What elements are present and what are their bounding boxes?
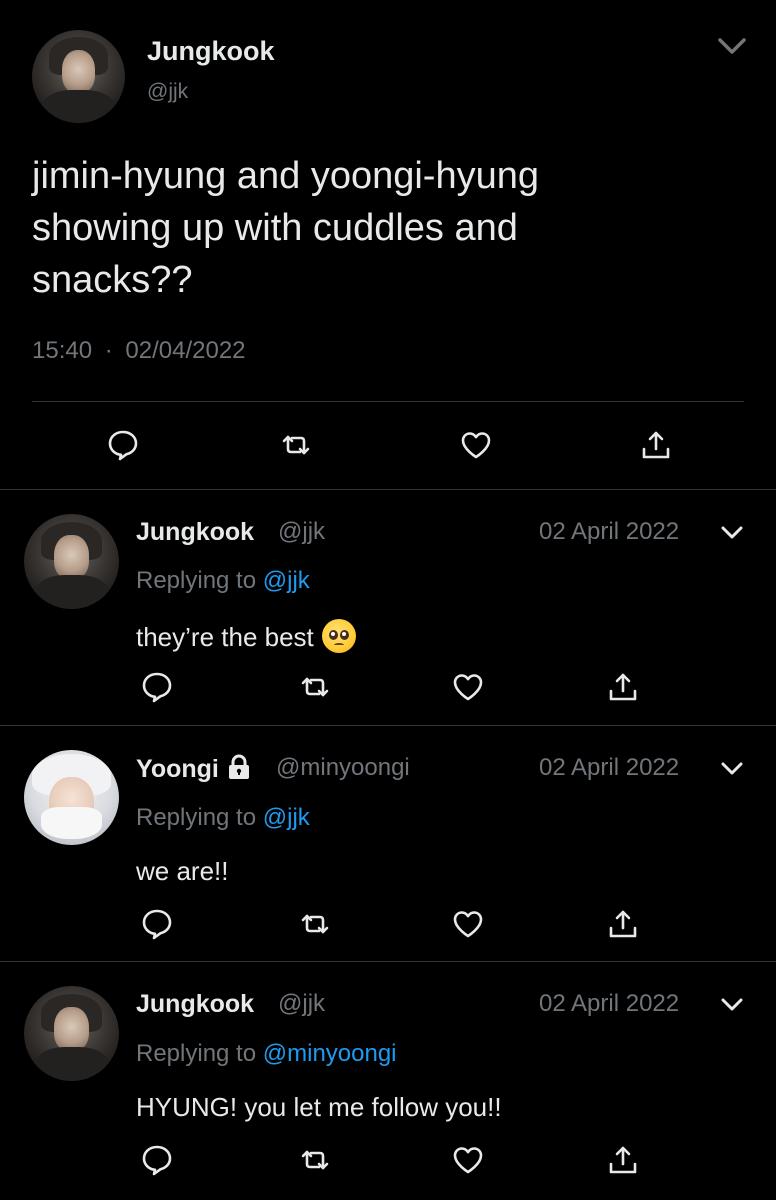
retweet-button[interactable] bbox=[295, 667, 335, 707]
replying-to: Replying to @jjk bbox=[136, 804, 310, 831]
reply-button[interactable] bbox=[137, 667, 177, 707]
share-button[interactable] bbox=[603, 904, 643, 944]
mention-link[interactable]: @jjk bbox=[263, 567, 310, 594]
share-button[interactable] bbox=[636, 425, 676, 465]
like-button[interactable] bbox=[448, 1140, 488, 1180]
main-tweet: Jungkook @jjk jimin-hyung and yoongi-hyu… bbox=[0, 0, 776, 490]
like-button[interactable] bbox=[448, 667, 488, 707]
tweet-text: jimin-hyung and yoongi-hyung showing up … bbox=[32, 155, 539, 301]
divider bbox=[32, 401, 744, 402]
retweet-button[interactable] bbox=[295, 904, 335, 944]
heart-icon bbox=[453, 911, 483, 938]
share-icon bbox=[609, 673, 637, 701]
chevron-down-icon[interactable] bbox=[718, 758, 746, 780]
pleading-face-emoji bbox=[321, 619, 356, 653]
replying-to: Replying to @jjk bbox=[136, 567, 310, 594]
retweet-button[interactable] bbox=[295, 1140, 335, 1180]
author-name[interactable]: Jungkook bbox=[136, 990, 254, 1019]
retweet-icon bbox=[301, 914, 329, 934]
avatar[interactable] bbox=[32, 30, 125, 123]
chevron-down-icon[interactable] bbox=[712, 32, 752, 60]
replying-to: Replying to @minyoongi bbox=[136, 1040, 397, 1067]
author-name[interactable]: Yoongi bbox=[136, 754, 251, 784]
share-icon bbox=[609, 1146, 637, 1174]
like-button[interactable] bbox=[456, 425, 496, 465]
chevron-down-icon[interactable] bbox=[718, 522, 746, 544]
tweet-date[interactable]: 02 April 2022 bbox=[539, 990, 679, 1018]
retweet-button[interactable] bbox=[276, 425, 316, 465]
retweet-icon bbox=[301, 677, 329, 697]
mention-link[interactable]: @minyoongi bbox=[263, 1040, 397, 1067]
reply-tweet: Jungkook @jjk 02 April 2022 Replying to … bbox=[0, 490, 776, 725]
author-handle[interactable]: @jjk bbox=[278, 990, 325, 1018]
heart-icon bbox=[461, 432, 491, 459]
reply-icon bbox=[108, 430, 138, 461]
heart-icon bbox=[453, 1147, 483, 1174]
avatar[interactable] bbox=[24, 514, 119, 609]
reply-button[interactable] bbox=[103, 425, 143, 465]
author-name[interactable]: Jungkook bbox=[147, 36, 275, 67]
heart-icon bbox=[453, 674, 483, 701]
tweet-timestamp[interactable]: 15:40 · 02/04/2022 bbox=[32, 337, 246, 365]
mention-link[interactable]: @jjk bbox=[263, 804, 310, 831]
author-name[interactable]: Jungkook bbox=[136, 518, 254, 547]
reply-tweet: Yoongi @minyoongi 02 April 2022 Replying… bbox=[0, 726, 776, 962]
tweet-text: we are!! bbox=[136, 856, 229, 886]
tweet-date[interactable]: 02 April 2022 bbox=[539, 754, 679, 782]
reply-button[interactable] bbox=[137, 904, 177, 944]
author-handle[interactable]: @jjk bbox=[147, 80, 188, 104]
retweet-icon bbox=[301, 1150, 329, 1170]
author-handle[interactable]: @jjk bbox=[278, 518, 325, 546]
author-handle[interactable]: @minyoongi bbox=[276, 754, 410, 782]
share-button[interactable] bbox=[603, 1140, 643, 1180]
reply-button[interactable] bbox=[137, 1140, 177, 1180]
like-button[interactable] bbox=[448, 904, 488, 944]
retweet-icon bbox=[282, 435, 310, 455]
avatar[interactable] bbox=[24, 750, 119, 845]
reply-tweet: Jungkook @jjk 02 April 2022 Replying to … bbox=[0, 962, 776, 1200]
reply-icon bbox=[142, 1145, 172, 1176]
reply-icon bbox=[142, 909, 172, 940]
share-button[interactable] bbox=[603, 667, 643, 707]
tweet-text: they’re the best bbox=[136, 619, 356, 653]
reply-icon bbox=[142, 672, 172, 703]
share-icon bbox=[642, 431, 670, 459]
tweet-text: HYUNG! you let me follow you!! bbox=[136, 1092, 502, 1122]
chevron-down-icon[interactable] bbox=[718, 994, 746, 1016]
avatar[interactable] bbox=[24, 986, 119, 1081]
share-icon bbox=[609, 910, 637, 938]
tweet-date[interactable]: 02 April 2022 bbox=[539, 518, 679, 546]
lock-icon bbox=[228, 754, 249, 779]
